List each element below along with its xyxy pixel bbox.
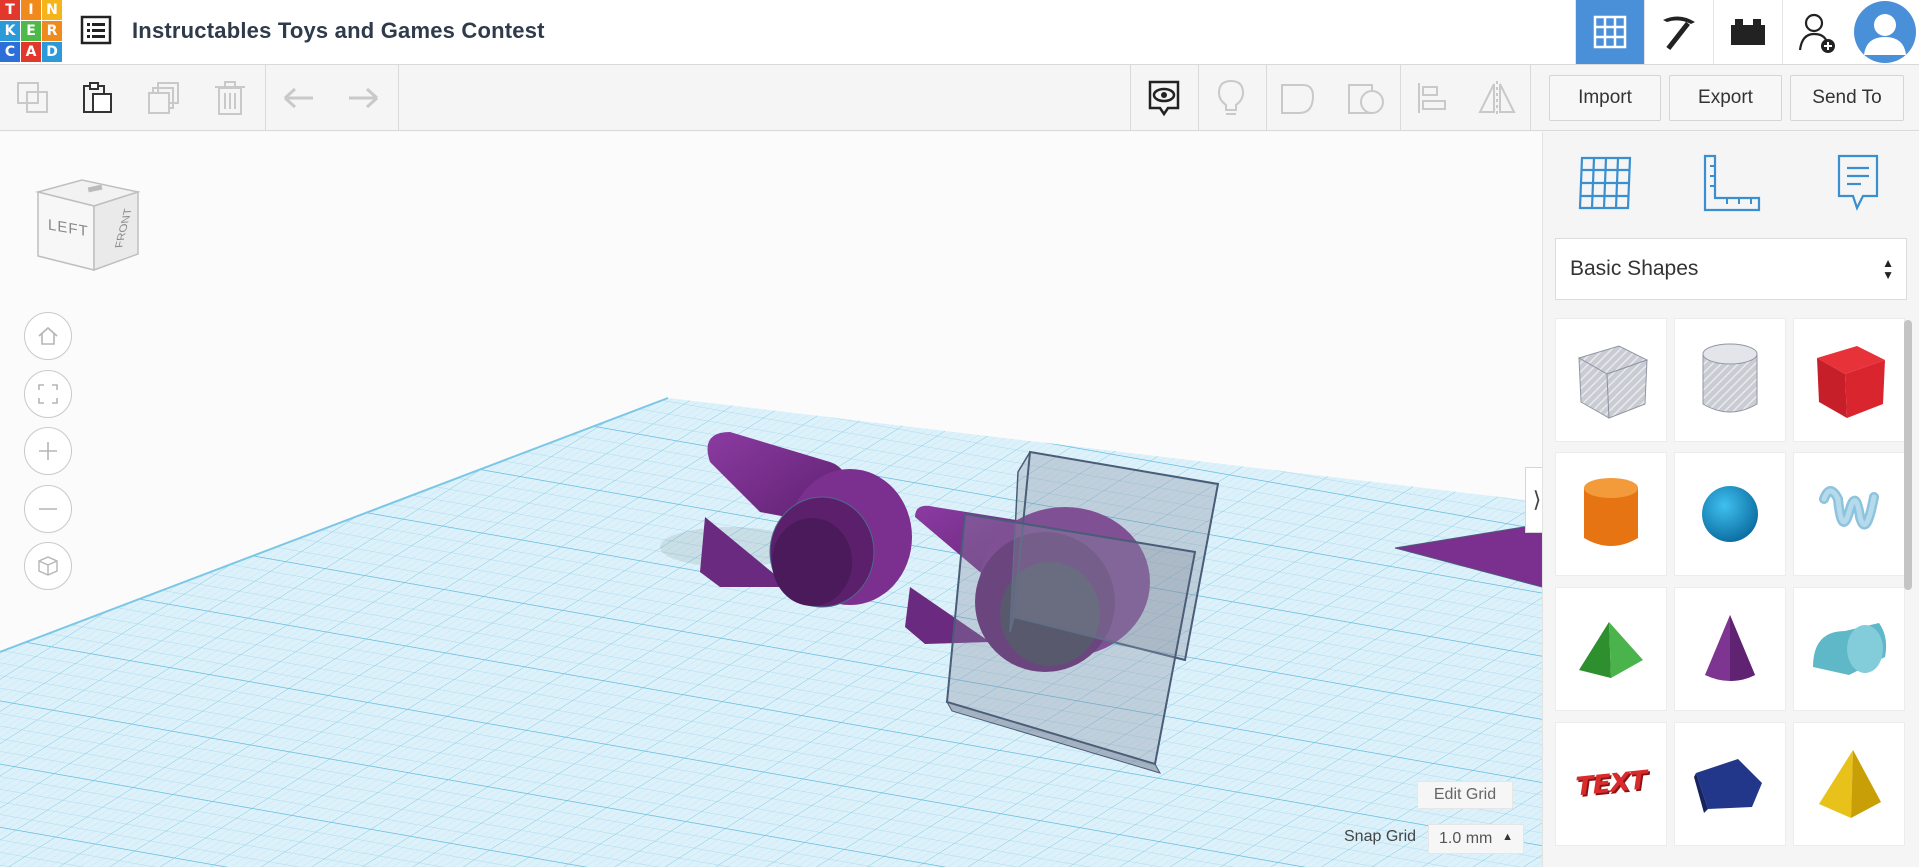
snap-grid-value: 1.0 mm [1439, 830, 1493, 847]
workplane-viewport[interactable]: LEFT FRONT Edit Grid Snap Grid 1.0 mm ▲ [0, 132, 1542, 867]
toolbar-divider [398, 65, 399, 131]
sphere-icon [1702, 486, 1758, 542]
codeblocks-brick-icon[interactable] [1713, 0, 1782, 64]
cylinder-hole-icon [1702, 343, 1758, 413]
mirror-icon[interactable] [1477, 78, 1517, 118]
shape-tile-polygon[interactable] [1674, 722, 1786, 846]
toolbar-divider [1198, 65, 1199, 131]
caret-up-icon: ▲ [1502, 831, 1513, 843]
snap-grid-select[interactable]: 1.0 mm ▲ [1428, 824, 1524, 854]
logo-letter: E [21, 21, 41, 41]
panel-scrollbar[interactable] [1904, 320, 1912, 590]
top-bar: T I N K E R C A D Instructables Toys and… [0, 0, 1919, 65]
shape-tile-pyramid[interactable] [1793, 722, 1905, 846]
polygon-icon [1694, 759, 1762, 813]
ungroup-icon[interactable] [1346, 78, 1386, 118]
shape-tile-cone[interactable] [1674, 587, 1786, 711]
logo-letter: K [0, 21, 20, 41]
logo-letter: N [42, 0, 62, 20]
perspective-toggle-button[interactable] [24, 542, 72, 590]
shapes-panel: Basic Shapes ▲ ▼ TEXT [1542, 132, 1919, 867]
toolbar-divider [265, 65, 266, 131]
ruler-tool-icon[interactable] [1698, 150, 1764, 216]
lightbulb-icon[interactable] [1211, 78, 1251, 118]
invite-user-icon[interactable] [1782, 0, 1851, 64]
delete-icon[interactable] [210, 78, 250, 118]
tinkercad-logo[interactable]: T I N K E R C A D [0, 0, 62, 62]
view-cube[interactable]: LEFT FRONT [30, 170, 141, 280]
text-icon: TEXT [1573, 765, 1649, 803]
cylinder-icon [1584, 478, 1638, 546]
zoom-in-button[interactable] [24, 427, 72, 475]
edit-grid-button[interactable]: Edit Grid [1417, 781, 1513, 809]
tinkercad-editor: T I N K E R C A D Instructables Toys and… [0, 0, 1919, 867]
design-list-icon[interactable] [80, 14, 112, 46]
avatar[interactable] [1851, 0, 1919, 64]
zoom-out-button[interactable] [24, 485, 72, 533]
logo-letter: D [42, 42, 62, 62]
export-button[interactable]: Export [1669, 75, 1782, 121]
round-roof-icon [1813, 623, 1887, 675]
workplane-tool-icon[interactable] [1573, 150, 1639, 216]
align-icon[interactable] [1412, 78, 1452, 118]
box-hole-icon [1577, 345, 1649, 419]
paste-icon[interactable] [77, 78, 117, 118]
home-view-button[interactable] [24, 312, 72, 360]
circuits-pickaxe-icon[interactable] [1644, 0, 1713, 64]
logo-letter: A [21, 42, 41, 62]
shape-tile-scribble[interactable] [1793, 452, 1905, 576]
group-icon[interactable] [1279, 78, 1319, 118]
3d-design-grid-icon[interactable] [1575, 0, 1644, 64]
pyramid-icon [1819, 750, 1881, 818]
select-arrows-icon: ▲ ▼ [1882, 256, 1894, 282]
undo-icon[interactable] [279, 78, 319, 118]
shape-tile-box-hole[interactable] [1555, 318, 1667, 442]
show-hide-icon[interactable] [1144, 78, 1184, 118]
shape-tile-text[interactable]: TEXT [1555, 722, 1667, 846]
scribble-icon [1819, 486, 1879, 530]
redo-icon[interactable] [343, 78, 383, 118]
shape-category-select[interactable]: Basic Shapes ▲ ▼ [1555, 238, 1907, 300]
toolbar-divider [1266, 65, 1267, 131]
shape-tile-cylinder-hole[interactable] [1674, 318, 1786, 442]
shape-tile-round-roof[interactable] [1793, 587, 1905, 711]
workplane-scene[interactable] [0, 132, 1542, 867]
shape-tile-sphere[interactable] [1674, 452, 1786, 576]
fit-view-button[interactable] [24, 370, 72, 418]
snap-grid-label: Snap Grid [1344, 828, 1417, 845]
shape-category-value: Basic Shapes [1570, 257, 1699, 280]
design-title[interactable]: Instructables Toys and Games Contest [132, 18, 545, 44]
copy-icon[interactable] [13, 78, 53, 118]
shape-tile-box[interactable] [1793, 318, 1905, 442]
toolbar-divider [1130, 65, 1131, 131]
notes-tool-icon[interactable] [1825, 150, 1891, 216]
toolbar: Import Export Send To [0, 65, 1919, 131]
chevron-right-icon: ⟩ [1532, 487, 1542, 512]
toolbar-divider [1400, 65, 1401, 131]
shape-tile-cylinder[interactable] [1555, 452, 1667, 576]
toolbar-divider [1530, 65, 1531, 131]
logo-letter: R [42, 21, 62, 41]
duplicate-icon[interactable] [144, 78, 184, 118]
top-right-nav [1575, 0, 1919, 65]
logo-letter: C [0, 42, 20, 62]
shape-tile-roof[interactable] [1555, 587, 1667, 711]
box-icon [1817, 346, 1885, 418]
roof-icon [1579, 622, 1643, 678]
send-to-button[interactable]: Send To [1790, 75, 1904, 121]
cone-icon [1705, 615, 1755, 681]
import-button[interactable]: Import [1549, 75, 1661, 121]
logo-letter: I [21, 0, 41, 20]
logo-letter: T [0, 0, 20, 20]
